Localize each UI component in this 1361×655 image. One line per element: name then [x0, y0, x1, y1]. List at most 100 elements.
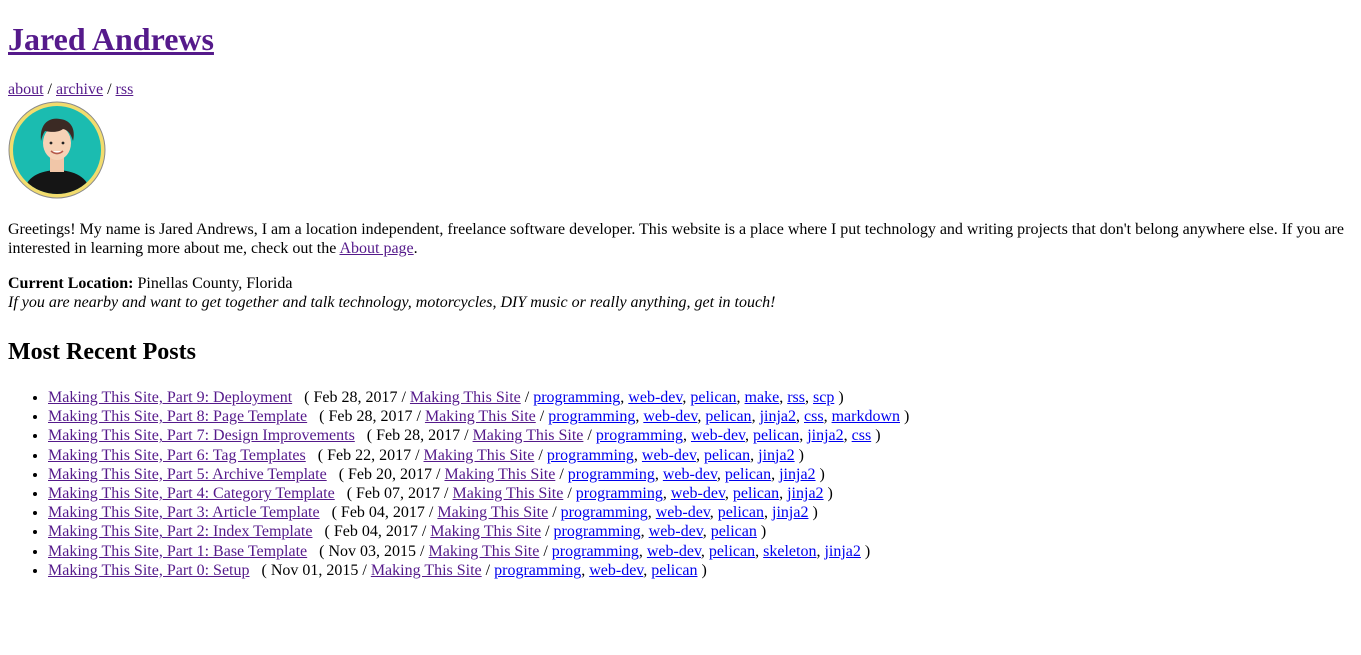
post-tag-link[interactable]: web-dev: [628, 389, 682, 406]
post-date: Feb 28, 2017: [328, 408, 413, 426]
location-label: Current Location:: [8, 275, 134, 292]
nav-rss-link[interactable]: rss: [116, 81, 134, 98]
post-tag-link[interactable]: skeleton: [763, 543, 816, 560]
post-list-item: Making This Site, Part 4: Category Templ…: [48, 484, 1353, 503]
intro-text: Greetings! My name is Jared Andrews, I a…: [8, 221, 1344, 257]
post-tag-link[interactable]: web-dev: [643, 408, 697, 425]
post-tag-link[interactable]: rss: [787, 389, 805, 406]
post-tag-link[interactable]: programming: [576, 485, 663, 502]
post-category-link[interactable]: Making This Site: [429, 543, 540, 560]
post-meta: ( Feb 22, 2017 / Making This Site / prog…: [313, 446, 804, 464]
post-category-link[interactable]: Making This Site: [473, 427, 584, 444]
post-date: Feb 04, 2017: [340, 504, 425, 522]
post-title-link[interactable]: Making This Site, Part 9: Deployment: [48, 389, 292, 406]
post-title-link[interactable]: Making This Site, Part 0: Setup: [48, 562, 249, 579]
post-tag-link[interactable]: programming: [533, 389, 620, 406]
recent-posts-list: Making This Site, Part 9: Deployment ( F…: [8, 388, 1353, 580]
post-meta: ( Feb 28, 2017 / Making This Site / prog…: [300, 389, 844, 406]
site-header: Jared Andrews: [8, 21, 1353, 58]
post-category-link[interactable]: Making This Site: [410, 389, 521, 406]
post-tag-link[interactable]: programming: [547, 447, 634, 464]
post-title-link[interactable]: Making This Site, Part 4: Category Templ…: [48, 485, 335, 502]
post-category-link[interactable]: Making This Site: [425, 408, 536, 425]
post-date: Nov 03, 2015: [328, 542, 417, 560]
post-tag-link[interactable]: web-dev: [691, 427, 745, 444]
post-title-link[interactable]: Making This Site, Part 1: Base Template: [48, 543, 307, 560]
post-tag-link[interactable]: markdown: [832, 408, 900, 425]
post-tag-link[interactable]: programming: [494, 562, 581, 579]
nav-separator: /: [103, 81, 116, 98]
post-category-link[interactable]: Making This Site: [430, 523, 541, 540]
site-nav: about / archive / rss: [8, 80, 1353, 99]
post-category-link[interactable]: Making This Site: [424, 447, 535, 464]
post-list-item: Making This Site, Part 7: Design Improve…: [48, 426, 1353, 445]
post-meta: ( Nov 03, 2015 / Making This Site / prog…: [315, 542, 871, 560]
post-tag-link[interactable]: jinja2: [758, 447, 794, 464]
site-title-link[interactable]: Jared Andrews: [8, 21, 214, 57]
post-tag-link[interactable]: programming: [561, 504, 648, 521]
post-meta: ( Feb 28, 2017 / Making This Site / prog…: [362, 427, 881, 445]
post-category-link[interactable]: Making This Site: [371, 562, 482, 579]
post-title-link[interactable]: Making This Site, Part 2: Index Template: [48, 523, 312, 540]
post-date: Feb 22, 2017: [327, 446, 412, 464]
post-meta: ( Feb 04, 2017 / Making This Site / prog…: [327, 504, 818, 522]
post-tag-link[interactable]: pelican: [711, 523, 757, 540]
post-tag-link[interactable]: programming: [568, 466, 655, 483]
post-tag-link[interactable]: programming: [552, 543, 639, 560]
post-tag-link[interactable]: pelican: [733, 485, 779, 502]
post-tag-link[interactable]: jinja2: [807, 427, 843, 444]
about-page-link[interactable]: About page: [339, 240, 413, 257]
post-category-link[interactable]: Making This Site: [444, 466, 555, 483]
post-tag-link[interactable]: web-dev: [656, 504, 710, 521]
post-tag-link[interactable]: pelican: [690, 389, 736, 406]
post-date: Feb 04, 2017: [333, 523, 418, 541]
post-tag-link[interactable]: programming: [596, 427, 683, 444]
post-list-item: Making This Site, Part 3: Article Templa…: [48, 503, 1353, 522]
post-tag-link[interactable]: web-dev: [647, 543, 701, 560]
post-category-link[interactable]: Making This Site: [437, 504, 548, 521]
post-title-link[interactable]: Making This Site, Part 3: Article Templa…: [48, 504, 320, 521]
post-tag-link[interactable]: css: [804, 408, 824, 425]
post-tag-link[interactable]: jinja2: [760, 408, 796, 425]
post-tag-link[interactable]: pelican: [753, 427, 799, 444]
post-tag-link[interactable]: pelican: [704, 447, 750, 464]
post-tag-link[interactable]: web-dev: [663, 466, 717, 483]
post-tag-link[interactable]: pelican: [705, 408, 751, 425]
post-date: Feb 07, 2017: [356, 485, 441, 503]
location-note: If you are nearby and want to get togeth…: [8, 294, 776, 311]
post-tag-link[interactable]: web-dev: [671, 485, 725, 502]
post-tag-link[interactable]: jinja2: [787, 485, 823, 502]
post-tag-link[interactable]: css: [852, 427, 872, 444]
post-list-item: Making This Site, Part 1: Base Template …: [48, 542, 1353, 561]
post-title-link[interactable]: Making This Site, Part 5: Archive Templa…: [48, 466, 327, 483]
post-meta: ( Feb 04, 2017 / Making This Site / prog…: [320, 523, 767, 541]
post-tag-link[interactable]: web-dev: [589, 562, 643, 579]
post-tag-link[interactable]: make: [745, 389, 780, 406]
post-date: Feb 28, 2017: [313, 389, 398, 406]
nav-about-link[interactable]: about: [8, 81, 44, 98]
post-category-link[interactable]: Making This Site: [452, 485, 563, 502]
post-meta: ( Feb 07, 2017 / Making This Site / prog…: [342, 485, 833, 503]
post-tag-link[interactable]: programming: [554, 523, 641, 540]
post-tag-link[interactable]: programming: [548, 408, 635, 425]
post-list-item: Making This Site, Part 5: Archive Templa…: [48, 465, 1353, 484]
post-list-item: Making This Site, Part 9: Deployment ( F…: [48, 388, 1353, 407]
post-list-item: Making This Site, Part 6: Tag Templates …: [48, 446, 1353, 465]
post-tag-link[interactable]: web-dev: [649, 523, 703, 540]
post-tag-link[interactable]: pelican: [709, 543, 755, 560]
post-tag-link[interactable]: jinja2: [824, 543, 860, 560]
post-tag-link[interactable]: pelican: [718, 504, 764, 521]
post-tag-link[interactable]: jinja2: [772, 504, 808, 521]
post-title-link[interactable]: Making This Site, Part 7: Design Improve…: [48, 427, 355, 444]
post-tag-link[interactable]: jinja2: [779, 466, 815, 483]
post-title-link[interactable]: Making This Site, Part 8: Page Template: [48, 408, 307, 425]
post-tag-link[interactable]: pelican: [725, 466, 771, 483]
post-title-link[interactable]: Making This Site, Part 6: Tag Templates: [48, 447, 306, 464]
avatar: [8, 101, 106, 199]
page: Jared Andrews about / archive / rss Gree…: [0, 21, 1361, 580]
post-tag-link[interactable]: web-dev: [642, 447, 696, 464]
recent-posts-heading: Most Recent Posts: [8, 339, 196, 365]
nav-archive-link[interactable]: archive: [56, 81, 103, 98]
post-tag-link[interactable]: pelican: [651, 562, 697, 579]
post-tag-link[interactable]: scp: [813, 389, 834, 406]
